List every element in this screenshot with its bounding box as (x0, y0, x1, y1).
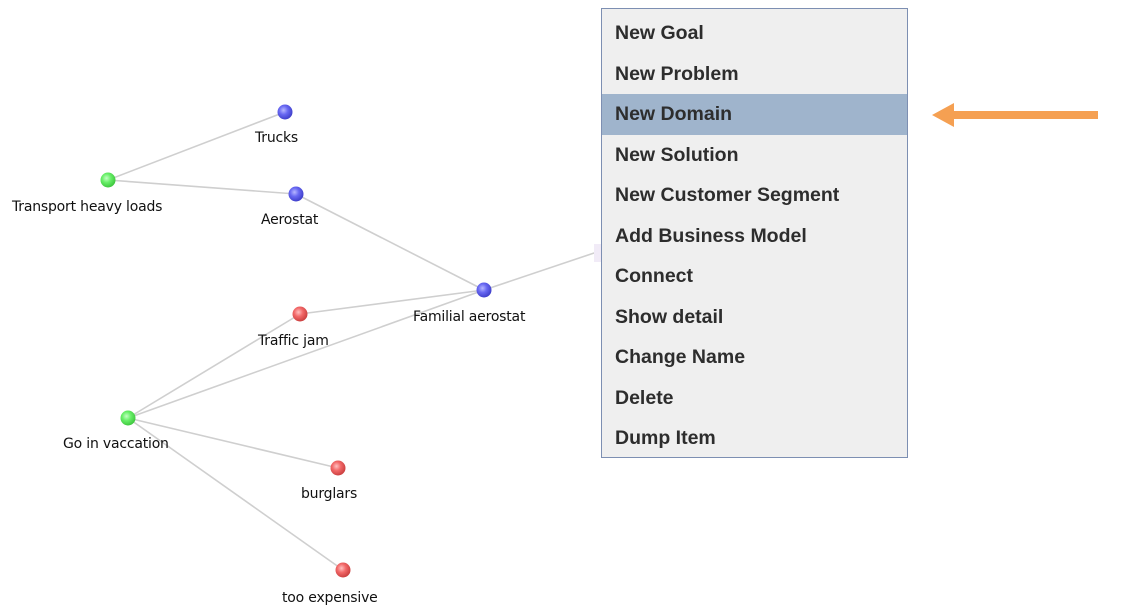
menu-item-new-domain[interactable]: New Domain (602, 94, 907, 135)
context-menu[interactable]: New Goal New Problem New Domain New Solutio… (601, 8, 908, 458)
node-label-transport[interactable]: Transport heavy loads (12, 199, 162, 215)
node-label-aerostat[interactable]: Aerostat (261, 212, 318, 228)
menu-item-dump-item[interactable]: Dump Item (602, 418, 907, 459)
menu-item-connect[interactable]: Connect (602, 256, 907, 297)
menu-item-add-business-model[interactable]: Add Business Model (602, 216, 907, 257)
node-vacation[interactable] (120, 410, 136, 426)
node-label-expensive[interactable]: too expensive (282, 590, 378, 606)
menu-item-new-customer-segment[interactable]: New Customer Segment (602, 175, 907, 216)
node-label-burglars[interactable]: burglars (301, 486, 357, 502)
menu-item-new-problem[interactable]: New Problem (602, 54, 907, 95)
node-aerostat[interactable] (288, 186, 304, 202)
edge-aerostat-familial (295, 193, 485, 291)
node-traffic[interactable] (292, 306, 308, 322)
annotation-arrow (932, 103, 1098, 127)
node-expensive[interactable] (335, 562, 351, 578)
node-transport[interactable] (100, 172, 116, 188)
edge-transport-aerostat (107, 179, 297, 195)
node-trucks[interactable] (277, 104, 293, 120)
menu-item-new-solution[interactable]: New Solution (602, 135, 907, 176)
menu-item-change-name[interactable]: Change Name (602, 337, 907, 378)
menu-item-show-detail[interactable]: Show detail (602, 297, 907, 338)
menu-item-delete[interactable]: Delete (602, 378, 907, 419)
node-label-trucks[interactable]: Trucks (255, 130, 298, 146)
menu-item-new-goal[interactable]: New Goal (602, 13, 907, 54)
node-label-vacation[interactable]: Go in vaccation (63, 436, 169, 452)
node-familial[interactable] (476, 282, 492, 298)
graph-canvas[interactable] (0, 0, 1126, 607)
edge-transport-trucks (107, 111, 286, 181)
node-label-traffic[interactable]: Traffic jam (258, 333, 329, 349)
node-label-familial[interactable]: Familial aerostat (413, 309, 525, 325)
node-burglars[interactable] (330, 460, 346, 476)
edge-familial-hidden (483, 250, 601, 291)
